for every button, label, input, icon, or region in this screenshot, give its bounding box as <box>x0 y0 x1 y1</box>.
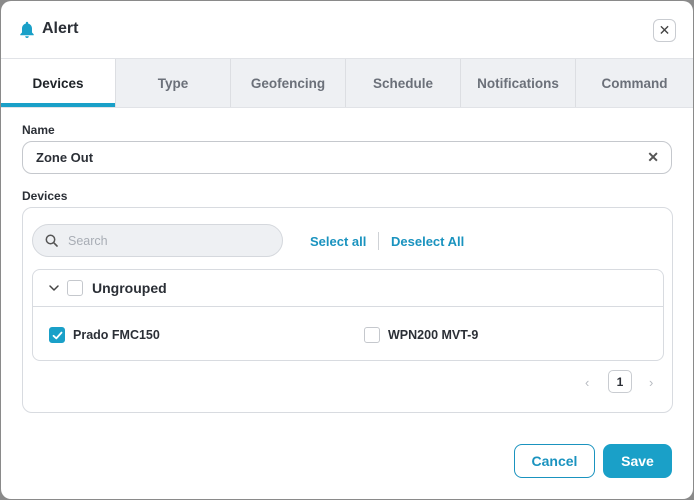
tab-command[interactable]: Command <box>576 59 693 107</box>
tab-notifications[interactable]: Notifications <box>461 59 576 107</box>
tab-type[interactable]: Type <box>116 59 231 107</box>
link-divider <box>378 232 379 250</box>
search-field[interactable] <box>32 224 283 257</box>
group-title: Ungrouped <box>92 280 167 296</box>
device-label-prado: Prado FMC150 <box>73 328 160 342</box>
cancel-button[interactable]: Cancel <box>514 444 595 478</box>
devices-panel: Select all Deselect All Ungrouped Prado … <box>22 207 673 413</box>
deselect-all-link[interactable]: Deselect All <box>391 234 464 249</box>
tab-schedule[interactable]: Schedule <box>346 59 461 107</box>
clear-icon[interactable]: ✕ <box>647 149 659 166</box>
device-checkbox-wpn200[interactable] <box>364 327 380 343</box>
device-label-wpn200: WPN200 MVT-9 <box>388 328 479 342</box>
alert-dialog: Alert ✕ Devices Type Geofencing Schedule… <box>1 1 693 499</box>
name-value: Zone Out <box>36 150 94 165</box>
device-checkbox-prado[interactable] <box>49 327 65 343</box>
checkmark-icon <box>52 331 63 340</box>
save-button[interactable]: Save <box>603 444 672 478</box>
name-field[interactable]: Zone Out ✕ <box>22 141 672 174</box>
dialog-header: Alert ✕ <box>1 1 693 58</box>
tab-devices[interactable]: Devices <box>1 59 116 107</box>
chevron-down-icon[interactable] <box>48 282 60 294</box>
search-icon <box>45 234 58 247</box>
device-group: Ungrouped Prado FMC150 WPN200 MVT-9 <box>32 269 664 361</box>
search-input[interactable] <box>68 233 258 248</box>
bell-icon <box>20 21 34 38</box>
dialog-title: Alert <box>42 20 79 37</box>
tab-bar: Devices Type Geofencing Schedule Notific… <box>1 58 693 108</box>
prev-page-button[interactable]: ‹ <box>585 375 589 390</box>
name-label: Name <box>22 123 55 137</box>
page-number-button[interactable]: 1 <box>608 370 632 393</box>
devices-label: Devices <box>22 189 68 203</box>
close-button[interactable]: ✕ <box>653 19 676 42</box>
group-checkbox[interactable] <box>67 280 83 296</box>
group-header: Ungrouped <box>33 270 663 307</box>
close-icon: ✕ <box>658 22 671 38</box>
select-all-link[interactable]: Select all <box>310 234 366 249</box>
tab-geofencing[interactable]: Geofencing <box>231 59 346 107</box>
next-page-button[interactable]: › <box>649 375 653 390</box>
